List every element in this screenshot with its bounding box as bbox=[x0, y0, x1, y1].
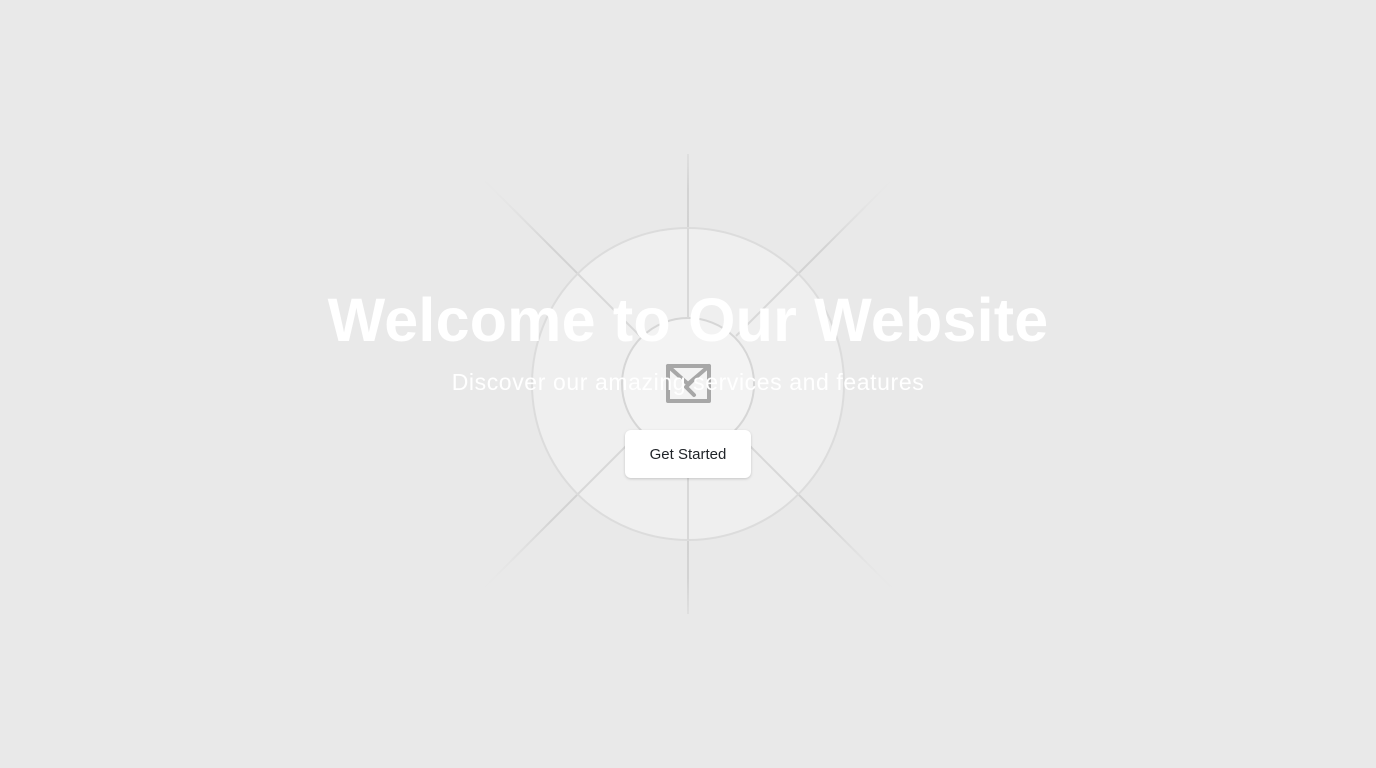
hero-content: Welcome to Our Website Discover our amaz… bbox=[0, 0, 1376, 768]
hero-title: Welcome to Our Website bbox=[327, 286, 1049, 354]
get-started-button[interactable]: Get Started bbox=[625, 430, 751, 478]
hero-subtitle: Discover our amazing services and featur… bbox=[451, 369, 925, 395]
hero-section: Welcome to Our Website Discover our amaz… bbox=[0, 0, 1376, 768]
